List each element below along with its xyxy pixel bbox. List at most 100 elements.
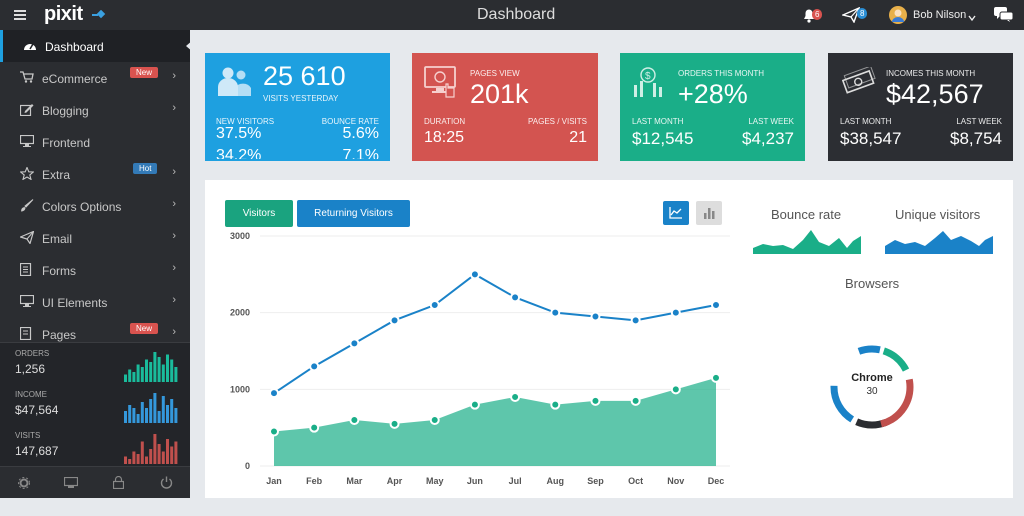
visitors-point[interactable] [550,307,561,318]
visitors-button[interactable]: Visitors [225,200,293,227]
spark-bar [153,393,157,423]
visits-label: VISITS [15,431,41,440]
logo[interactable]: pixit [44,3,83,26]
visits-scroller[interactable]: 37.5% 5.6% 34.2% 7.1% [205,125,390,159]
visitors-point[interactable] [349,338,360,349]
returning-visitors-point[interactable] [711,372,721,383]
unique-visitors-title: Unique visitors [895,207,981,222]
x-tick-label: Apr [387,476,403,486]
last-month-label: LAST MONTH [632,117,684,126]
monitor-touch-icon [424,66,458,101]
spark-bar [174,367,178,382]
laptop-icon [19,294,35,310]
visitors-point[interactable] [630,315,641,326]
spark-bar [166,354,169,382]
returning-visitors-point[interactable] [670,384,681,395]
visitors-point[interactable] [670,307,681,318]
power-icon[interactable] [160,476,173,492]
x-tick-label: Oct [628,476,643,486]
y-tick-label: 3000 [230,231,250,241]
returning-visitors-button[interactable]: Returning Visitors [297,200,410,227]
x-tick-label: Nov [667,476,684,486]
sidebar-item-extra[interactable]: Extra Hot › [0,158,190,190]
returning-visitors-point[interactable] [630,395,641,406]
income-stat: INCOME $47,564 [0,388,190,428]
income-label: INCOME [15,390,47,399]
duration-label: DURATION [424,117,466,126]
spark-bar [132,408,136,423]
orders-sparkbars [124,352,178,382]
visitors-point[interactable] [429,300,440,310]
last-week-label: LAST WEEK [956,117,1002,126]
sidebar-item-email[interactable]: Email › [0,222,190,254]
y-tick-label: 0 [245,461,250,471]
visitors-point[interactable] [510,292,521,303]
lock-icon[interactable] [112,475,125,492]
sidebar-item-pages[interactable]: Pages New › [0,318,190,342]
spark-bar [132,451,136,464]
monitor-icon[interactable] [63,476,79,492]
sidebar-item-label: Extra [42,168,71,182]
x-tick-label: Jun [467,476,483,486]
visitors-point[interactable] [309,361,320,372]
duration-value: 18:25 [424,129,465,146]
avatar[interactable] [889,6,907,24]
user-name[interactable]: Bob Nilson [913,9,966,21]
monitor-icon [19,134,35,150]
sidebar-item-dashboard[interactable]: Dashboard [0,30,193,62]
donut-center-value: 30 [866,386,878,397]
sidebar-footer [0,466,190,498]
returning-visitors-point[interactable] [550,399,561,410]
sidebar-item-ui-elements[interactable]: UI Elements › [0,286,190,318]
svg-text:$: $ [645,71,651,82]
sidebar-item-forms[interactable]: Forms › [0,254,190,286]
spark-bar [128,459,132,464]
sidebar-item-ecommerce[interactable]: eCommerce New › [0,62,190,94]
returning-visitors-point[interactable] [590,395,601,406]
last-month-label: LAST MONTH [840,117,892,126]
visitors-point[interactable] [269,388,279,399]
chat-icon[interactable] [994,7,1014,23]
visitors-point[interactable] [590,311,601,322]
returning-visitors-point[interactable] [510,392,521,402]
send-icon [18,230,35,247]
returning-visitors-point[interactable] [349,415,360,425]
orders-value: 1,256 [15,362,46,376]
sidebar-item-label: Frontend [42,136,91,150]
visitors-point[interactable] [389,315,400,326]
sidebar-stats: ORDERS 1,256 INCOME $47,564 VISITS 147,6… [0,342,190,466]
returning-visitors-point[interactable] [429,415,440,425]
notification-count-badge: 6 [812,9,823,20]
sidebar-item-colors-options[interactable]: Colors Options › [0,190,190,222]
logo-dot-icon [92,9,106,19]
returning-visitors-point[interactable] [469,399,480,410]
gear-icon[interactable] [18,477,30,492]
returning-visitors-point[interactable] [309,422,320,433]
y-tick-label: 1000 [230,384,250,394]
hot-badge: Hot [133,163,158,174]
spark-bar [140,441,144,464]
visits-stat: VISITS 147,687 [0,429,190,469]
spark-bar [140,402,144,423]
sidebar-item-frontend[interactable]: Frontend [0,126,190,158]
page-title: Dashboard [477,6,556,23]
x-tick-label: Jan [266,476,282,486]
spark-bar [145,408,148,423]
bar-chart-toggle-icon[interactable] [696,201,722,225]
menu-icon[interactable] [14,9,26,20]
chart-dollar-icon: $ [632,67,664,100]
form-icon [19,262,32,279]
visitors-point[interactable] [469,269,480,280]
chevron-down-icon[interactable] [968,11,976,22]
brush-icon [20,199,34,215]
line-chart-toggle-icon[interactable] [663,201,689,225]
visitors-point[interactable] [711,300,721,310]
pages-view-title: PAGES VIEW [470,69,520,78]
sidebar-item-blogging[interactable]: Blogging › [0,94,190,126]
returning-visitors-point[interactable] [269,426,279,437]
returning-visitors-point[interactable] [389,418,400,429]
spark-bar [128,369,132,382]
new-visitors-value-next: 34.2% [216,147,262,159]
spark-bar [132,372,136,382]
orders-label: ORDERS [15,349,50,358]
